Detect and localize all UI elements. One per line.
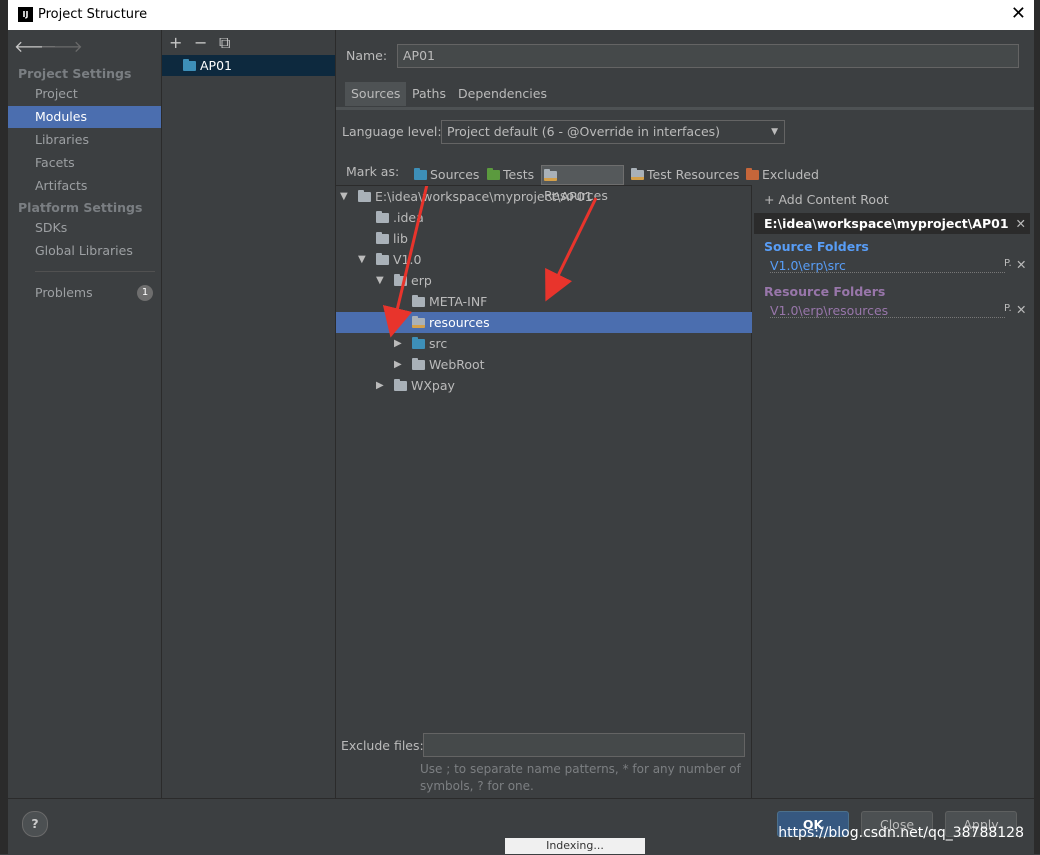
project-settings-header: Project Settings xyxy=(18,66,132,81)
tab-sources[interactable]: Sources xyxy=(345,82,407,106)
nav-item-project[interactable]: Project xyxy=(8,83,161,105)
problems-count-badge: 1 xyxy=(137,285,153,301)
remove-source-folder-icon[interactable]: ✕ xyxy=(1016,257,1026,272)
nav-item-libraries[interactable]: Libraries xyxy=(8,129,161,151)
nav-item-problems-label: Problems xyxy=(35,285,93,300)
nav-item-global-libraries[interactable]: Global Libraries xyxy=(8,240,161,262)
excluded-folder-icon xyxy=(746,168,759,180)
mark-as-label: Mark as: xyxy=(346,164,400,179)
title-bar: IJ Project Structure ✕ xyxy=(8,0,1034,30)
resource-folder-path: V1.0\erp\resources xyxy=(770,303,889,318)
exclude-hint-line2: symbols, ? for one. xyxy=(420,779,534,793)
mark-excluded-button[interactable]: Excluded xyxy=(746,165,819,185)
exclude-files-label: Exclude files: xyxy=(341,738,424,753)
dotted-leader xyxy=(770,317,1005,318)
dotted-leader xyxy=(770,272,1005,273)
nav-item-problems[interactable]: Problems 1 xyxy=(8,282,161,304)
mark-tests-label: Tests xyxy=(503,167,535,182)
tab-paths[interactable]: Paths xyxy=(406,82,452,106)
annotation-arrows xyxy=(382,186,598,338)
background-window-strip-right xyxy=(1034,0,1040,854)
tab-underline xyxy=(336,107,1034,110)
module-settings-panel: Name: AP01 Sources Paths Dependencies La… xyxy=(336,30,1034,798)
module-name-input[interactable]: AP01 xyxy=(397,44,1019,68)
content-root-tree: ▼ E:\idea\workspace\myproject\AP01 .idea … xyxy=(336,185,752,798)
sources-folder-icon xyxy=(414,168,427,180)
watermark-text: https://blog.csdn.net/qq_38788128 xyxy=(778,825,1024,841)
name-label: Name: xyxy=(346,48,388,63)
window-title: Project Structure xyxy=(38,7,148,22)
content-root-path-label: E:\idea\workspace\myproject\AP01 xyxy=(764,216,1009,231)
close-window-icon[interactable]: ✕ xyxy=(1011,3,1026,24)
test-resources-folder-icon xyxy=(631,168,644,180)
language-level-value: Project default (6 - @Override in interf… xyxy=(447,124,721,139)
nav-item-facets[interactable]: Facets xyxy=(8,152,161,174)
tests-folder-icon xyxy=(487,168,500,180)
remove-content-root-icon[interactable]: ✕ xyxy=(1016,213,1026,234)
background-window-strip xyxy=(0,0,8,854)
language-level-label: Language level: xyxy=(342,124,442,139)
source-folder-path: V1.0\erp\src xyxy=(770,258,846,273)
add-content-root-button[interactable]: + Add Content Root xyxy=(764,192,889,207)
remove-resource-folder-icon[interactable]: ✕ xyxy=(1016,302,1026,317)
platform-settings-header: Platform Settings xyxy=(18,200,143,215)
nav-item-sdks[interactable]: SDKs xyxy=(8,217,161,239)
mark-test-resources-button[interactable]: Test Resources xyxy=(631,165,739,185)
content-root-panel: + Add Content Root E:\idea\workspace\myp… xyxy=(754,185,1034,798)
language-level-select[interactable]: Project default (6 - @Override in interf… xyxy=(441,120,785,144)
mark-excluded-label: Excluded xyxy=(762,167,819,182)
add-module-icon[interactable]: + xyxy=(169,33,182,52)
edit-properties-icon[interactable]: P. xyxy=(1004,258,1012,269)
module-folder-icon xyxy=(183,59,196,71)
chevron-down-icon: ▼ xyxy=(771,127,778,137)
intellij-logo-icon: IJ xyxy=(18,7,33,22)
red-arrow-icon xyxy=(382,186,429,338)
nav-item-modules[interactable]: Modules xyxy=(8,106,161,128)
resource-folders-header: Resource Folders xyxy=(764,284,886,299)
exclude-hint-line1: Use ; to separate name patterns, * for a… xyxy=(420,762,741,776)
tab-dependencies[interactable]: Dependencies xyxy=(452,82,553,106)
content-root-path: E:\idea\workspace\myproject\AP01 ✕ xyxy=(754,213,1030,234)
mark-test-resources-label: Test Resources xyxy=(647,167,740,182)
settings-nav: 🡐 🡒 Project Settings Project Modules Lib… xyxy=(8,30,162,798)
mark-resources-button[interactable]: Resources xyxy=(541,165,624,203)
exclude-files-input[interactable] xyxy=(423,733,745,757)
forward-arrow-icon[interactable]: 🡒 xyxy=(40,36,83,56)
help-button[interactable]: ? xyxy=(22,811,48,837)
nav-item-artifacts[interactable]: Artifacts xyxy=(8,175,161,197)
copy-module-icon[interactable]: ⧉ xyxy=(219,33,230,53)
mark-sources-label: Sources xyxy=(430,167,480,182)
mark-sources-button[interactable]: Sources xyxy=(414,165,479,185)
remove-module-icon[interactable]: − xyxy=(194,33,207,52)
source-folders-header: Source Folders xyxy=(764,239,869,254)
module-list-panel: + − ⧉ AP01 xyxy=(162,30,336,798)
resources-folder-icon xyxy=(544,169,557,181)
nav-divider xyxy=(35,271,155,272)
mark-tests-button[interactable]: Tests xyxy=(487,165,534,185)
module-item-ap01[interactable]: AP01 xyxy=(162,55,335,76)
module-item-label: AP01 xyxy=(200,58,232,73)
red-arrow-icon xyxy=(545,197,598,302)
edit-properties-icon[interactable]: P. xyxy=(1004,303,1012,314)
indexing-status: Indexing... xyxy=(505,838,645,854)
